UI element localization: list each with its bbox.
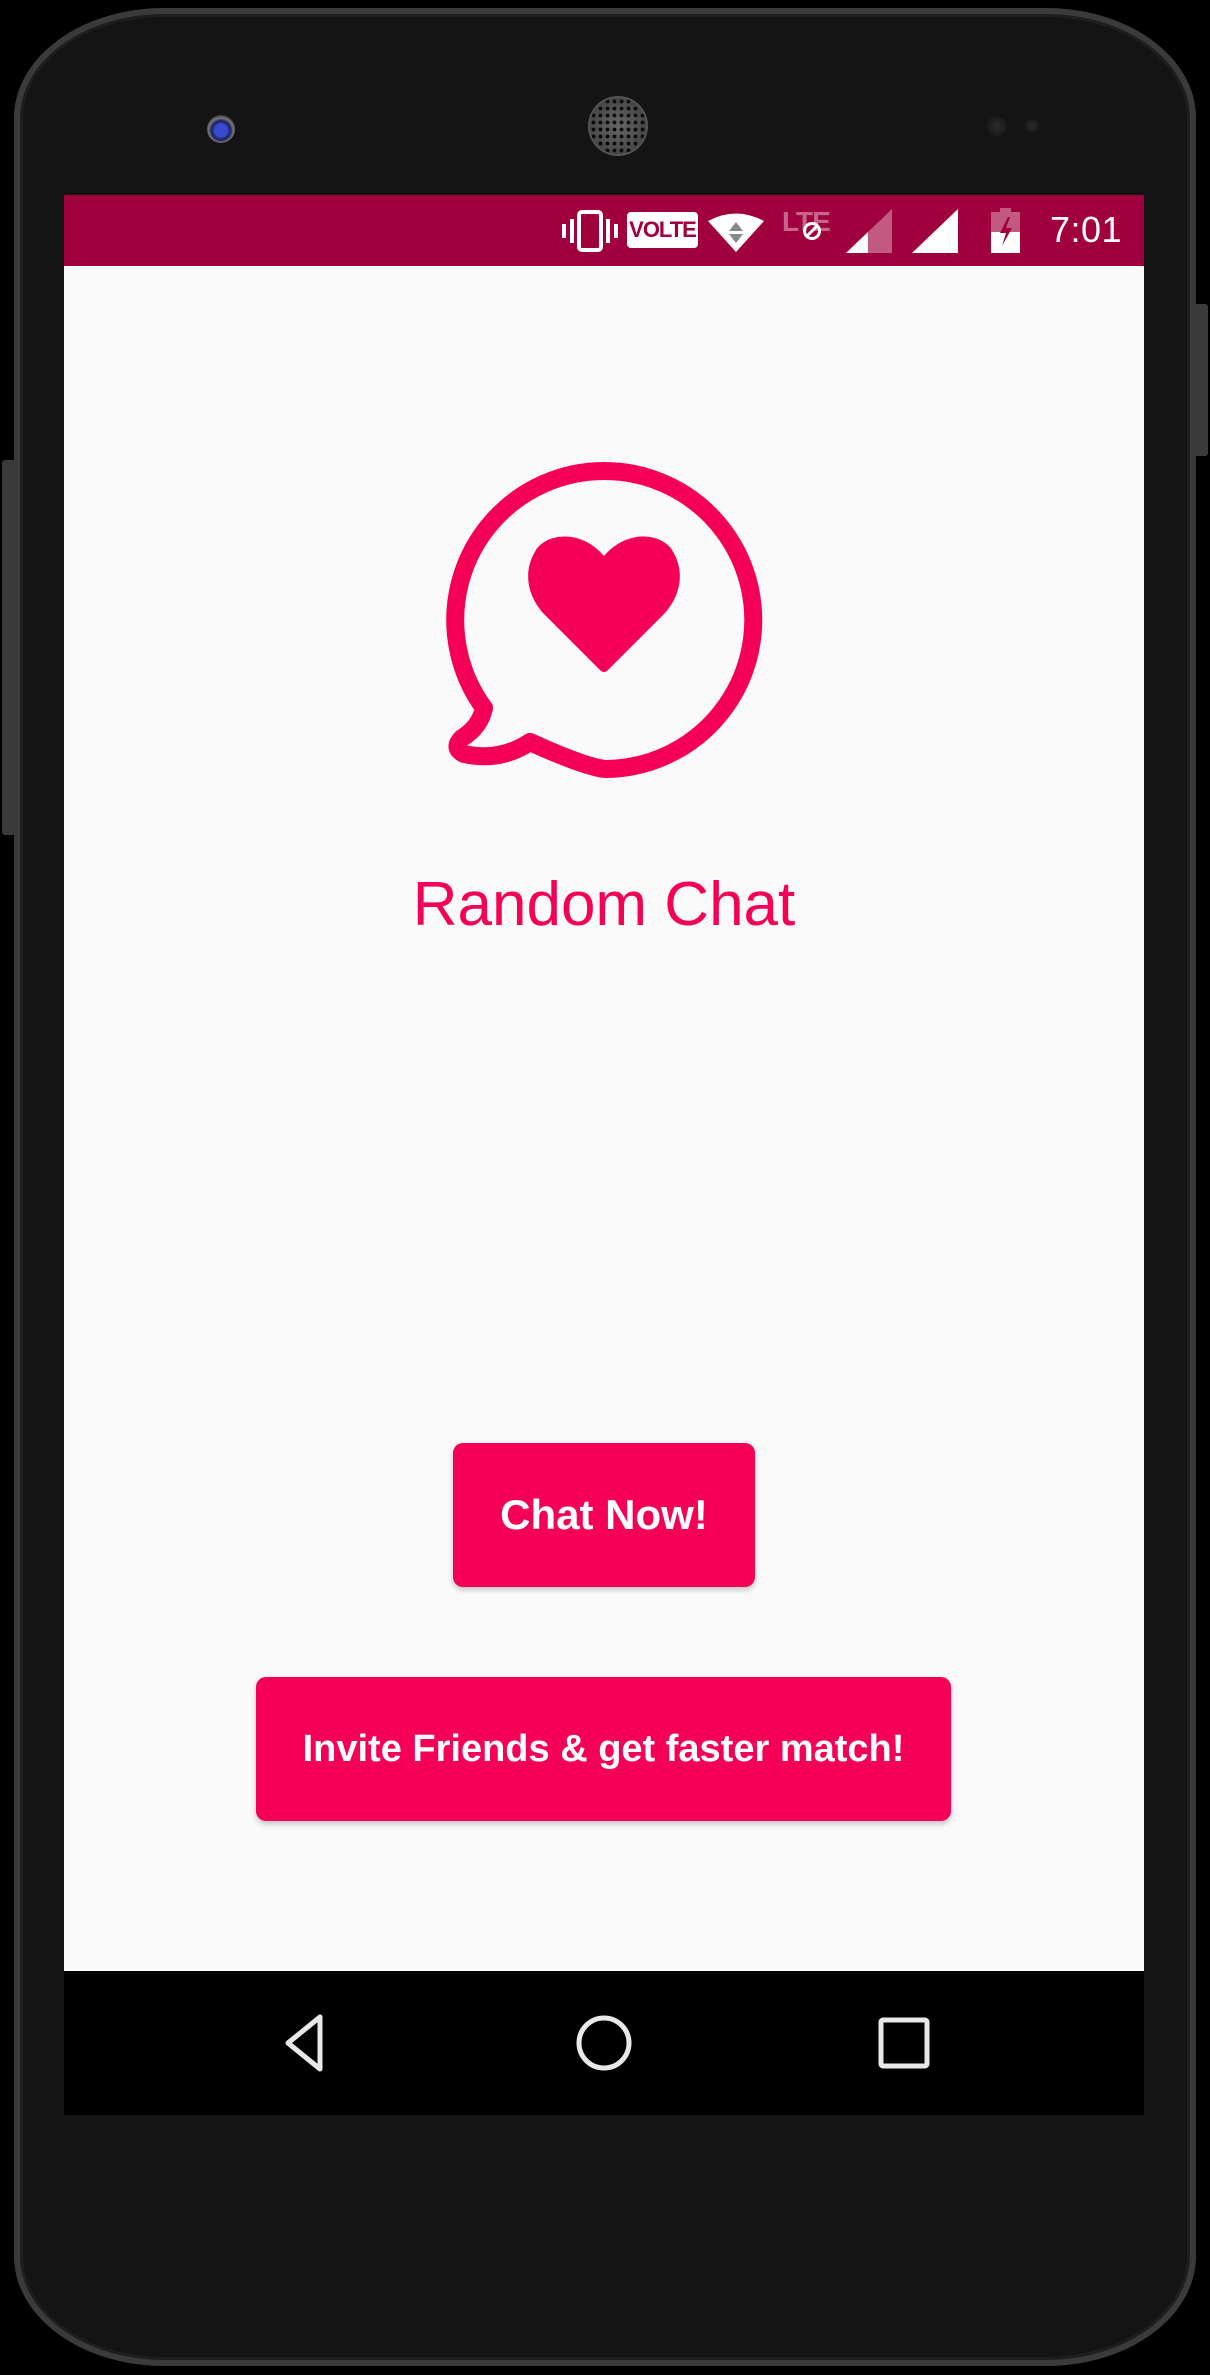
recents-icon[interactable] (869, 2008, 939, 2078)
invite-friends-button[interactable]: Invite Friends & get faster match! (256, 1677, 951, 1821)
app-content: Random Chat Chat Now! Invite Friends & g… (64, 266, 1144, 1971)
screen: VOLTE LTE 7:01 Random Chat Chat Now! Inv… (64, 195, 1144, 2115)
wifi-icon (708, 213, 764, 252)
signal-icon (846, 209, 892, 253)
earpiece-speaker-icon (590, 98, 646, 154)
volume-button (2, 460, 16, 835)
data-disabled-icon (803, 222, 821, 240)
chat-now-button[interactable]: Chat Now! (453, 1443, 755, 1587)
power-button (1194, 304, 1208, 456)
status-bar: VOLTE LTE 7:01 (64, 195, 1144, 266)
front-camera-icon (207, 115, 235, 143)
heart-chat-bubble-icon (446, 462, 763, 778)
navigation-bar (64, 1971, 1144, 2115)
app-title: Random Chat (412, 870, 796, 939)
volte-icon: VOLTE (627, 212, 698, 248)
proximity-sensor-icon (987, 116, 1007, 136)
battery-charging-icon (991, 208, 1020, 253)
back-icon[interactable] (270, 2008, 340, 2078)
light-sensor-icon (1025, 119, 1039, 133)
signal-icon (912, 209, 958, 253)
status-time: 7:01 (1050, 209, 1123, 250)
vibrate-icon (562, 210, 618, 252)
home-icon[interactable] (569, 2008, 639, 2078)
